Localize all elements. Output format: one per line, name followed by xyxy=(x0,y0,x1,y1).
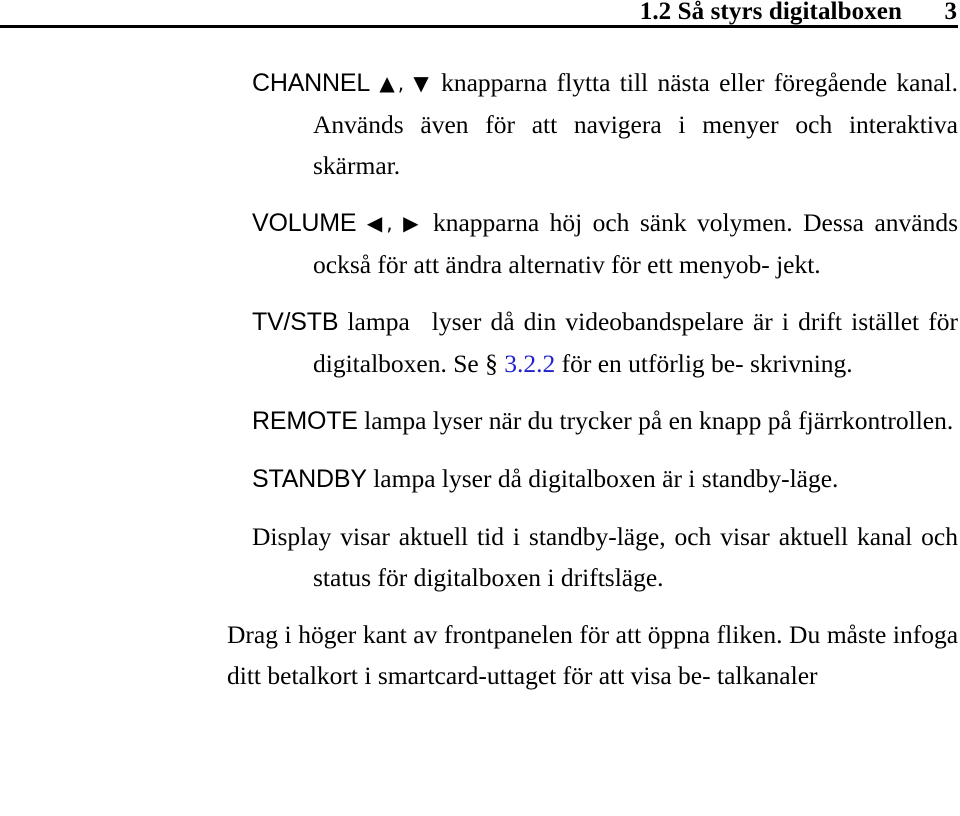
standby-line1-text: lampa lyser då digitalboxen är i standby… xyxy=(366,464,839,493)
paragraph-standby: STANDBY lampa lyser då digitalboxen är i… xyxy=(227,458,958,500)
channel-label: CHANNEL xyxy=(252,69,371,97)
tvstb-line2-text-after-link: för en utförlig be- xyxy=(561,349,744,378)
tvstb-line1-text: lyser då din videobandspelare är i drift xyxy=(431,307,843,336)
display-line1-text: visar aktuell tid i standby-läge, och vi… xyxy=(331,522,849,551)
section-reference-link[interactable]: 3.2.2 xyxy=(504,349,555,378)
paragraph-remote: REMOTE lampa lyser när du trycker på en … xyxy=(227,400,958,442)
channel-line1-text: knapparna flytta till nästa eller föregå… xyxy=(431,68,888,97)
display-label: Display xyxy=(252,522,332,551)
header-section-title: 1.2 Så styrs digitalboxen xyxy=(639,0,902,25)
page-header: 1.2 Så styrs digitalboxen 3 xyxy=(0,0,960,30)
standby-label: STANDBY xyxy=(252,465,367,493)
remote-label: REMOTE xyxy=(252,407,358,435)
tvstb-label: TV/STB xyxy=(252,308,339,336)
remote-line1-text: lampa lyser när du trycker på en knapp p… xyxy=(357,406,792,435)
paragraph-frontpanel: Drag i höger kant av frontpanelen för at… xyxy=(227,614,958,696)
paragraph-display: Display visar aktuell tid i standby-läge… xyxy=(227,516,958,598)
header-page-number: 3 xyxy=(944,0,958,25)
paragraph-tvstb: TV/STB lampa lyser då din videobandspelar… xyxy=(227,301,958,384)
volume-line1-text: knapparna höj och sänk volymen. Dessa xyxy=(422,208,865,237)
volume-label: VOLUME xyxy=(252,209,357,237)
paragraph-volume: VOLUME ◀, ▶ knapparna höj och sänk volym… xyxy=(227,202,958,285)
volume-line3-text: jekt. xyxy=(776,250,821,279)
volume-arrow-icons: ◀, ▶ xyxy=(366,211,423,235)
remote-line2-text: fjärrkontrollen. xyxy=(798,406,954,435)
frontpanel-line3-text: talkanaler xyxy=(717,661,818,690)
document-page: 1.2 Så styrs digitalboxen 3 CHANNEL ▲, ▼… xyxy=(0,0,960,816)
frontpanel-line1-text: Drag i höger kant av frontpanelen för at… xyxy=(227,620,821,649)
tvstb-line3-text: skrivning. xyxy=(749,349,853,378)
paragraph-channel: CHANNEL ▲, ▼ knapparna flytta till nästa… xyxy=(227,62,958,186)
channel-arrow-icons: ▲, ▼ xyxy=(379,71,432,95)
header-rule-divider xyxy=(0,25,958,28)
tvstb-lampa-word: lampa xyxy=(347,307,410,336)
body-text-column: CHANNEL ▲, ▼ knapparna flytta till nästa… xyxy=(227,62,958,696)
